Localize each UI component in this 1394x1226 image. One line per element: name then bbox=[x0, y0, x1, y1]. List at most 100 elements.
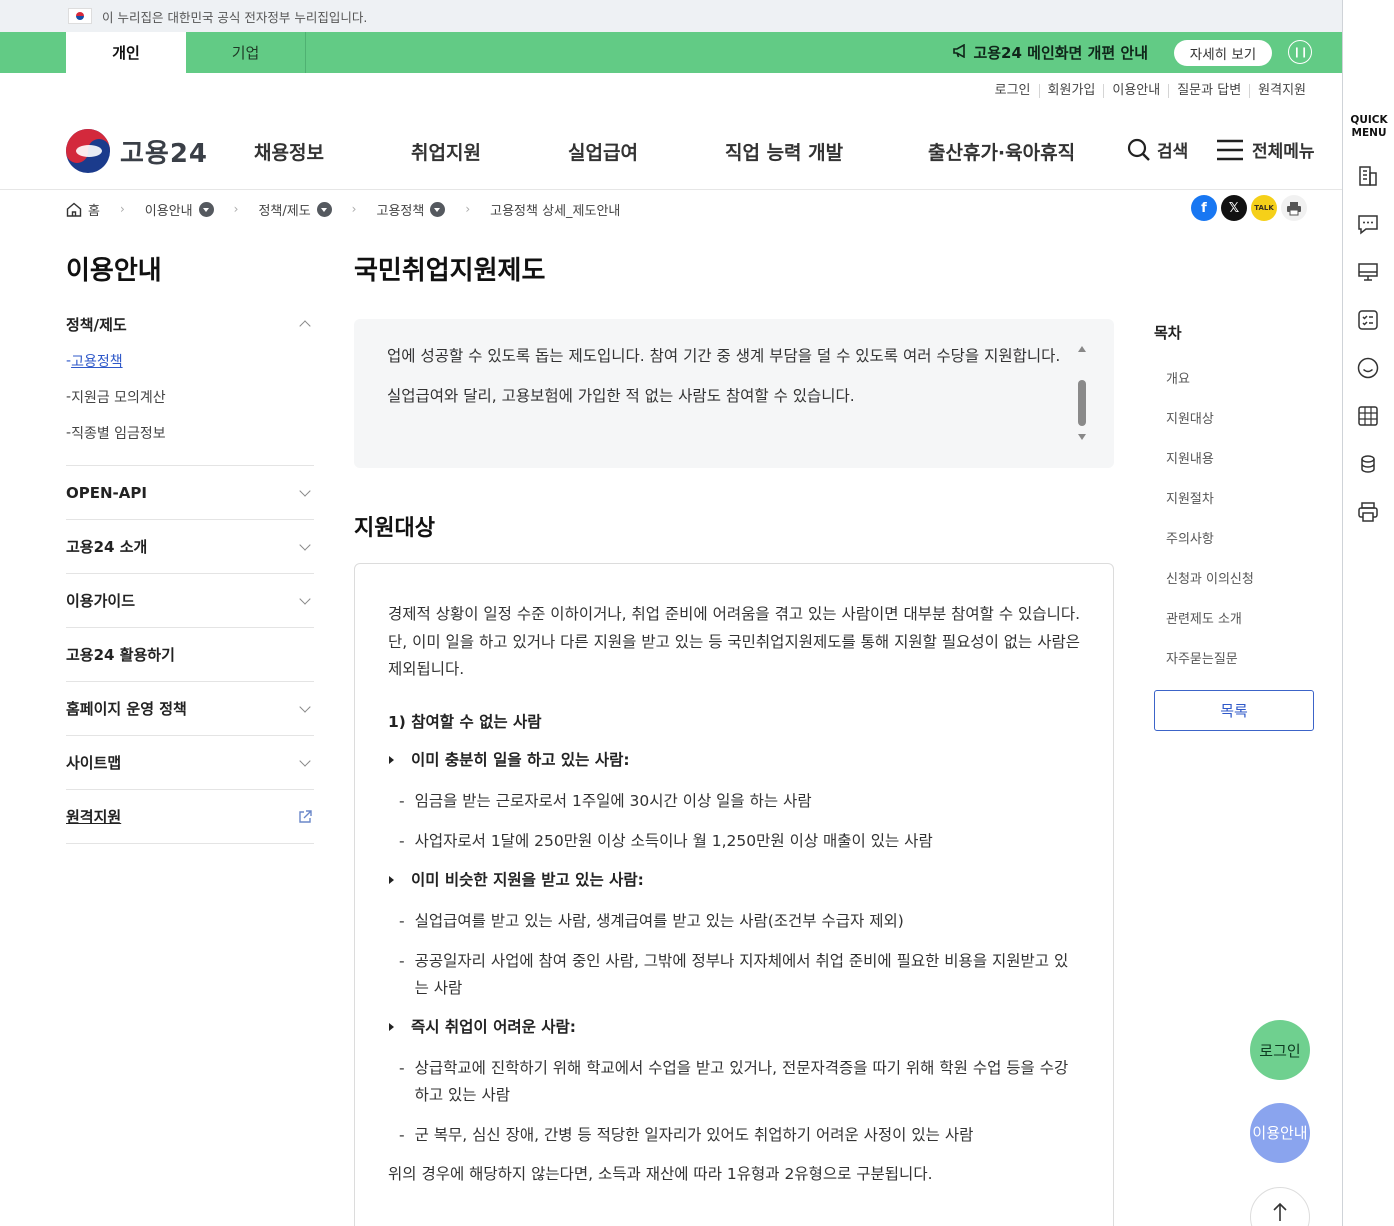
toc-item[interactable]: 자주묻는질문 bbox=[1166, 648, 1254, 688]
all-menu-label: 전체메뉴 bbox=[1252, 142, 1315, 162]
side-nav-group-label: OPEN-API bbox=[66, 483, 147, 502]
chevron-up-icon bbox=[299, 320, 311, 332]
tab-personal[interactable]: 개인 bbox=[66, 32, 186, 73]
monitor-icon[interactable] bbox=[1356, 260, 1380, 284]
side-nav-group-sitemap[interactable]: 사이트맵 bbox=[66, 736, 314, 789]
toc-item[interactable]: 개요 bbox=[1166, 368, 1254, 408]
side-nav-group-label: 정책/제도 bbox=[66, 315, 127, 334]
printer-icon[interactable] bbox=[1356, 500, 1380, 524]
quick-menu-title-line: QUICK bbox=[1350, 114, 1388, 126]
side-nav-group-policy[interactable]: 정책/제도 bbox=[66, 305, 314, 343]
breadcrumb-current: 고용정책 상세_제도안내 bbox=[490, 203, 621, 219]
dropdown-icon[interactable] bbox=[316, 201, 332, 217]
taegeuk-logo-icon bbox=[66, 129, 110, 173]
calculator-icon[interactable] bbox=[1356, 404, 1380, 428]
search-label: 검색 bbox=[1157, 142, 1189, 162]
util-remote-link[interactable]: 원격지원 bbox=[1249, 84, 1314, 98]
toc-item[interactable]: 지원내용 bbox=[1166, 448, 1254, 488]
intro-scrollbar[interactable] bbox=[1076, 346, 1088, 440]
bullet-heading: 이미 충분히 일을 하고 있는 사람: bbox=[388, 748, 1081, 772]
side-nav-group-guide[interactable]: 이용가이드 bbox=[66, 574, 314, 627]
list-item-text: 군 복무, 심신 장애, 간병 등 적당한 일자리가 있어도 취업하기 어려운 … bbox=[414, 1125, 974, 1144]
chevron-right-icon: › bbox=[119, 202, 125, 216]
scroll-down-arrow-icon[interactable] bbox=[1078, 434, 1086, 440]
breadcrumb-home[interactable]: 홈 bbox=[66, 200, 100, 219]
floating-login-button[interactable]: 로그인 bbox=[1250, 1020, 1310, 1080]
quick-menu-title: QUICK MENU bbox=[1348, 114, 1390, 140]
pause-icon[interactable]: ❙❙ bbox=[1288, 40, 1312, 64]
side-nav-group-label: 원격지원 bbox=[66, 808, 122, 826]
side-nav-group-policy-site[interactable]: 홈페이지 운영 정책 bbox=[66, 682, 314, 735]
building-icon[interactable] bbox=[1356, 164, 1380, 188]
dropdown-icon[interactable] bbox=[430, 201, 446, 217]
side-nav-item-subsidy-calc[interactable]: - 지원금 모의계산 bbox=[66, 379, 314, 415]
tab-company[interactable]: 기업 bbox=[186, 32, 306, 73]
breadcrumb-label: 정책/제도 bbox=[258, 203, 311, 219]
smile-icon[interactable] bbox=[1356, 356, 1380, 380]
side-nav-group-about[interactable]: 고용24 소개 bbox=[66, 520, 314, 573]
side-nav-group: 고용24 활용하기 bbox=[66, 628, 314, 682]
toc-item[interactable]: 신청과 이의신청 bbox=[1166, 568, 1254, 608]
checklist-icon[interactable] bbox=[1356, 308, 1380, 332]
intro-box[interactable]: 업에 성공할 수 있도록 돕는 제도입니다. 참여 기간 중 생계 부담을 덜 … bbox=[354, 319, 1114, 468]
nav-item-employment-support[interactable]: 취업지원 bbox=[411, 138, 481, 165]
list-item: - 상급학교에 진학하기 위해 학교에서 수업을 받고 있거나, 전문자격증을 따… bbox=[388, 1055, 1081, 1109]
side-nav-item-label: 직종별 임금정보 bbox=[71, 426, 166, 442]
scroll-top-button[interactable] bbox=[1250, 1187, 1310, 1226]
side-nav-group-label: 이용가이드 bbox=[66, 592, 136, 610]
x-twitter-icon[interactable]: 𝕏 bbox=[1221, 195, 1247, 221]
kakaotalk-icon[interactable]: TALK bbox=[1251, 195, 1277, 221]
quick-menu-title-line: MENU bbox=[1351, 127, 1387, 139]
list-item-text: 사업자로서 1달에 250만원 이상 소득이나 월 1,250만원 이상 매출이… bbox=[414, 831, 933, 850]
nav-item-skill-development[interactable]: 직업 능력 개발 bbox=[725, 138, 843, 165]
list-button[interactable]: 목록 bbox=[1154, 690, 1314, 731]
toc-item[interactable]: 지원절차 bbox=[1166, 488, 1254, 528]
intro-paragraph: 실업급여와 달리, 고용보험에 가입한 적 없는 사람도 참여할 수 있습니다. bbox=[387, 387, 855, 405]
notice-detail-button[interactable]: 자세히 보기 bbox=[1174, 40, 1272, 66]
notice-banner[interactable]: 고용24 메인화면 개편 안내 bbox=[953, 32, 1148, 73]
toc-item[interactable]: 주의사항 bbox=[1166, 528, 1254, 568]
scroll-up-arrow-icon[interactable] bbox=[1078, 346, 1086, 352]
util-qna-link[interactable]: 질문과 답변 bbox=[1168, 84, 1249, 98]
side-nav-item-employment-policy[interactable]: - 고용정책 bbox=[66, 343, 314, 379]
search-button[interactable]: 검색 bbox=[1127, 137, 1188, 162]
breadcrumb-label: 고용정책 bbox=[376, 203, 425, 219]
list-item: -군 복무, 심신 장애, 간병 등 적당한 일자리가 있어도 취업하기 어려운… bbox=[388, 1122, 1081, 1149]
all-menu-button[interactable]: 전체메뉴 bbox=[1216, 137, 1315, 162]
chat-icon[interactable] bbox=[1356, 212, 1380, 236]
quick-menu-divider bbox=[1342, 0, 1343, 1226]
site-logo[interactable]: 고용24 bbox=[66, 129, 208, 173]
side-nav-remote-link[interactable]: 원격지원 bbox=[66, 790, 314, 843]
floating-guide-button[interactable]: 이용 안내 bbox=[1250, 1103, 1310, 1163]
list-item: - 사업자로서 1달에 250만원 이상 소득이나 월 1,250만원 이상 매출… bbox=[388, 828, 1081, 855]
nav-item-unemployment-benefit[interactable]: 실업급여 bbox=[568, 138, 638, 165]
page-title: 국민취업지원제도 bbox=[354, 256, 546, 286]
side-nav-group-label: 사이트맵 bbox=[66, 754, 122, 772]
side-nav-group-usage[interactable]: 고용24 활용하기 bbox=[66, 628, 314, 681]
side-nav-group: 고용24 소개 bbox=[66, 520, 314, 574]
chevron-down-icon bbox=[299, 700, 311, 713]
breadcrumb-item[interactable]: 정책/제도 bbox=[258, 200, 332, 219]
facebook-icon[interactable]: f bbox=[1191, 195, 1217, 221]
chevron-right-icon: › bbox=[233, 202, 239, 216]
breadcrumb-home-label: 홈 bbox=[88, 203, 100, 219]
side-nav-group-open-api[interactable]: OPEN-API bbox=[66, 466, 314, 519]
print-icon[interactable] bbox=[1281, 195, 1307, 221]
breadcrumb-item[interactable]: 고용정책 bbox=[376, 200, 446, 219]
side-nav-group-label: 홈페이지 운영 정책 bbox=[66, 700, 187, 718]
util-guide-link[interactable]: 이용안내 bbox=[1103, 84, 1168, 98]
nav-item-parental-leave[interactable]: 출산휴가·육아휴직 bbox=[928, 138, 1075, 165]
closing-paragraph: 위의 경우에 해당하지 않는다면, 소득과 재산에 따라 1유형과 2유형으로 … bbox=[388, 1164, 933, 1183]
nav-item-jobs[interactable]: 채용정보 bbox=[254, 138, 324, 165]
scrollbar-thumb[interactable] bbox=[1078, 380, 1086, 426]
coin-icon[interactable] bbox=[1356, 452, 1380, 476]
side-nav-item-wage-info[interactable]: - 직종별 임금정보 bbox=[66, 415, 314, 451]
toc-item[interactable]: 관련제도 소개 bbox=[1166, 608, 1254, 648]
util-login-link[interactable]: 로그인 bbox=[987, 84, 1039, 98]
triangle-bullet-icon bbox=[389, 755, 394, 764]
breadcrumb-item[interactable]: 이용안내 bbox=[145, 200, 214, 219]
util-signup-link[interactable]: 회원가입 bbox=[1038, 84, 1104, 98]
toc-item[interactable]: 지원대상 bbox=[1166, 408, 1254, 448]
toc-title: 목차 bbox=[1154, 324, 1182, 342]
dropdown-icon[interactable] bbox=[198, 201, 214, 217]
